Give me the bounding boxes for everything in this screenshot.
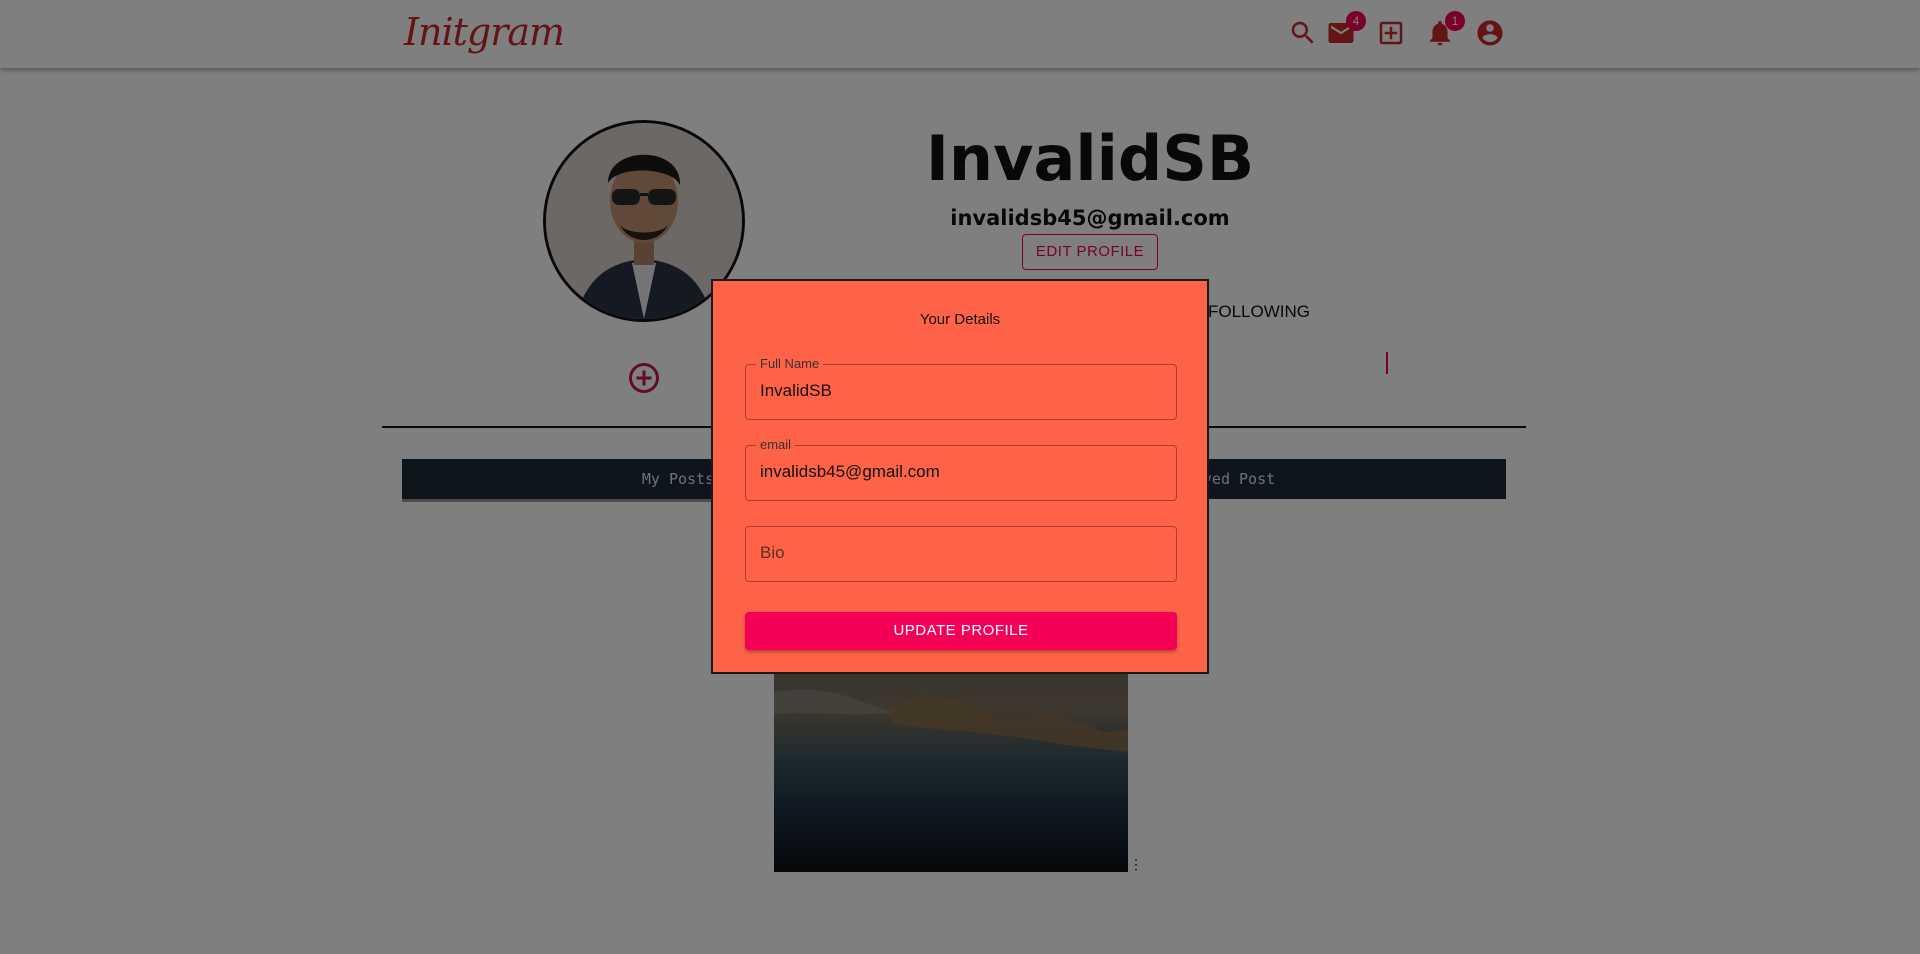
edit-details-modal: Your Details Full Name InvalidSB email i…	[711, 279, 1209, 674]
full-name-field[interactable]: Full Name InvalidSB	[745, 356, 1177, 420]
email-field[interactable]: email invalidsb45@gmail.com	[745, 437, 1177, 501]
full-name-label: Full Name	[756, 356, 824, 371]
email-label: email	[756, 437, 796, 452]
bio-field[interactable]: Bio	[745, 526, 1177, 582]
update-profile-button[interactable]: UPDATE PROFILE	[745, 612, 1177, 650]
email-value[interactable]: invalidsb45@gmail.com	[760, 462, 940, 482]
full-name-value[interactable]: InvalidSB	[760, 381, 832, 401]
modal-title: Your Details	[919, 311, 1001, 328]
bio-placeholder[interactable]: Bio	[760, 543, 785, 563]
